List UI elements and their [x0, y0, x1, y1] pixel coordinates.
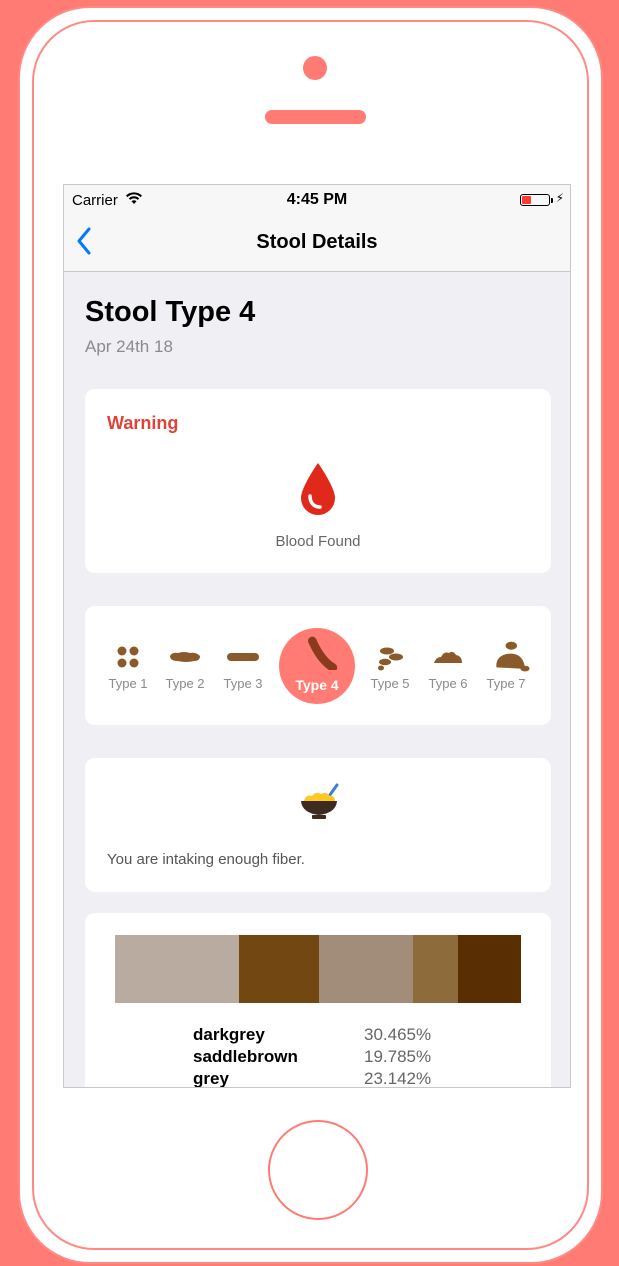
color-percent: 19.785%: [364, 1047, 432, 1066]
color-swatch: [319, 935, 413, 1003]
type-option-5[interactable]: Type 5: [361, 606, 419, 725]
type-label: Type 7: [486, 676, 526, 691]
type-label: Type 5: [370, 676, 410, 691]
record-date: Apr 24th 18: [85, 337, 173, 356]
home-button[interactable]: [268, 1120, 368, 1220]
color-swatch-bar: [115, 935, 521, 1003]
status-bar: Carrier 4:45 PM ⚡: [64, 185, 570, 215]
stool-type-4-icon: [308, 636, 338, 670]
type-option-6[interactable]: Type 6: [419, 606, 477, 725]
cereal-bowl-icon: [301, 783, 339, 819]
warning-card: Warning Blood Found: [85, 389, 551, 573]
status-time: 4:45 PM: [286, 191, 348, 208]
stool-type-selector: Type 1 Type 2 Type 3 Type 4 Type 5 Type …: [85, 606, 551, 725]
type-label: Type 6: [428, 676, 468, 691]
color-name: saddlebrown: [193, 1047, 298, 1066]
color-swatch: [238, 935, 320, 1003]
blood-drop-icon: [301, 463, 335, 515]
type-label: Type 1: [108, 676, 148, 691]
warning-label: Warning: [107, 413, 179, 433]
stool-type-6-icon: [434, 651, 462, 663]
battery-icon: [520, 194, 553, 206]
blood-found-caption: Blood Found: [275, 533, 361, 550]
fiber-message: You are intaking enough fiber.: [107, 851, 305, 868]
type-option-4[interactable]: Type 4: [288, 606, 346, 725]
type-option-1[interactable]: Type 1: [99, 606, 157, 725]
color-name: grey: [193, 1069, 229, 1088]
color-swatch: [413, 935, 458, 1003]
type-label: Type 2: [165, 676, 205, 691]
front-camera: [303, 56, 327, 80]
stool-type-7-icon: [496, 641, 530, 672]
type-label: Type 4: [295, 677, 339, 693]
earpiece-speaker: [265, 110, 366, 124]
stool-type-1-icon: [117, 646, 139, 668]
color-percent: 23.142%: [364, 1069, 432, 1088]
stool-type-3-icon: [227, 653, 259, 661]
type-option-3[interactable]: Type 3: [214, 606, 272, 725]
fiber-card: You are intaking enough fiber.: [85, 758, 551, 892]
charging-icon: ⚡: [555, 191, 564, 205]
type-label: Type 3: [223, 676, 263, 691]
stool-type-5-icon: [378, 647, 403, 671]
color-name: darkgrey: [193, 1025, 265, 1044]
stool-type-2-icon: [170, 652, 200, 662]
type-option-2[interactable]: Type 2: [156, 606, 214, 725]
color-swatch: [457, 935, 521, 1003]
color-swatch: [115, 935, 239, 1003]
page-title: Stool Type 4: [85, 296, 256, 328]
color-analysis-card: darkgrey 30.465% saddlebrown 19.785% gre…: [85, 913, 551, 1088]
app-screen: Carrier 4:45 PM ⚡ Stool Details Stool Ty…: [63, 184, 571, 1088]
navigation-bar: Stool Details: [64, 215, 570, 272]
type-option-7[interactable]: Type 7: [477, 606, 535, 725]
nav-title: Stool Details: [256, 231, 378, 253]
color-percent: 30.465%: [364, 1025, 432, 1044]
